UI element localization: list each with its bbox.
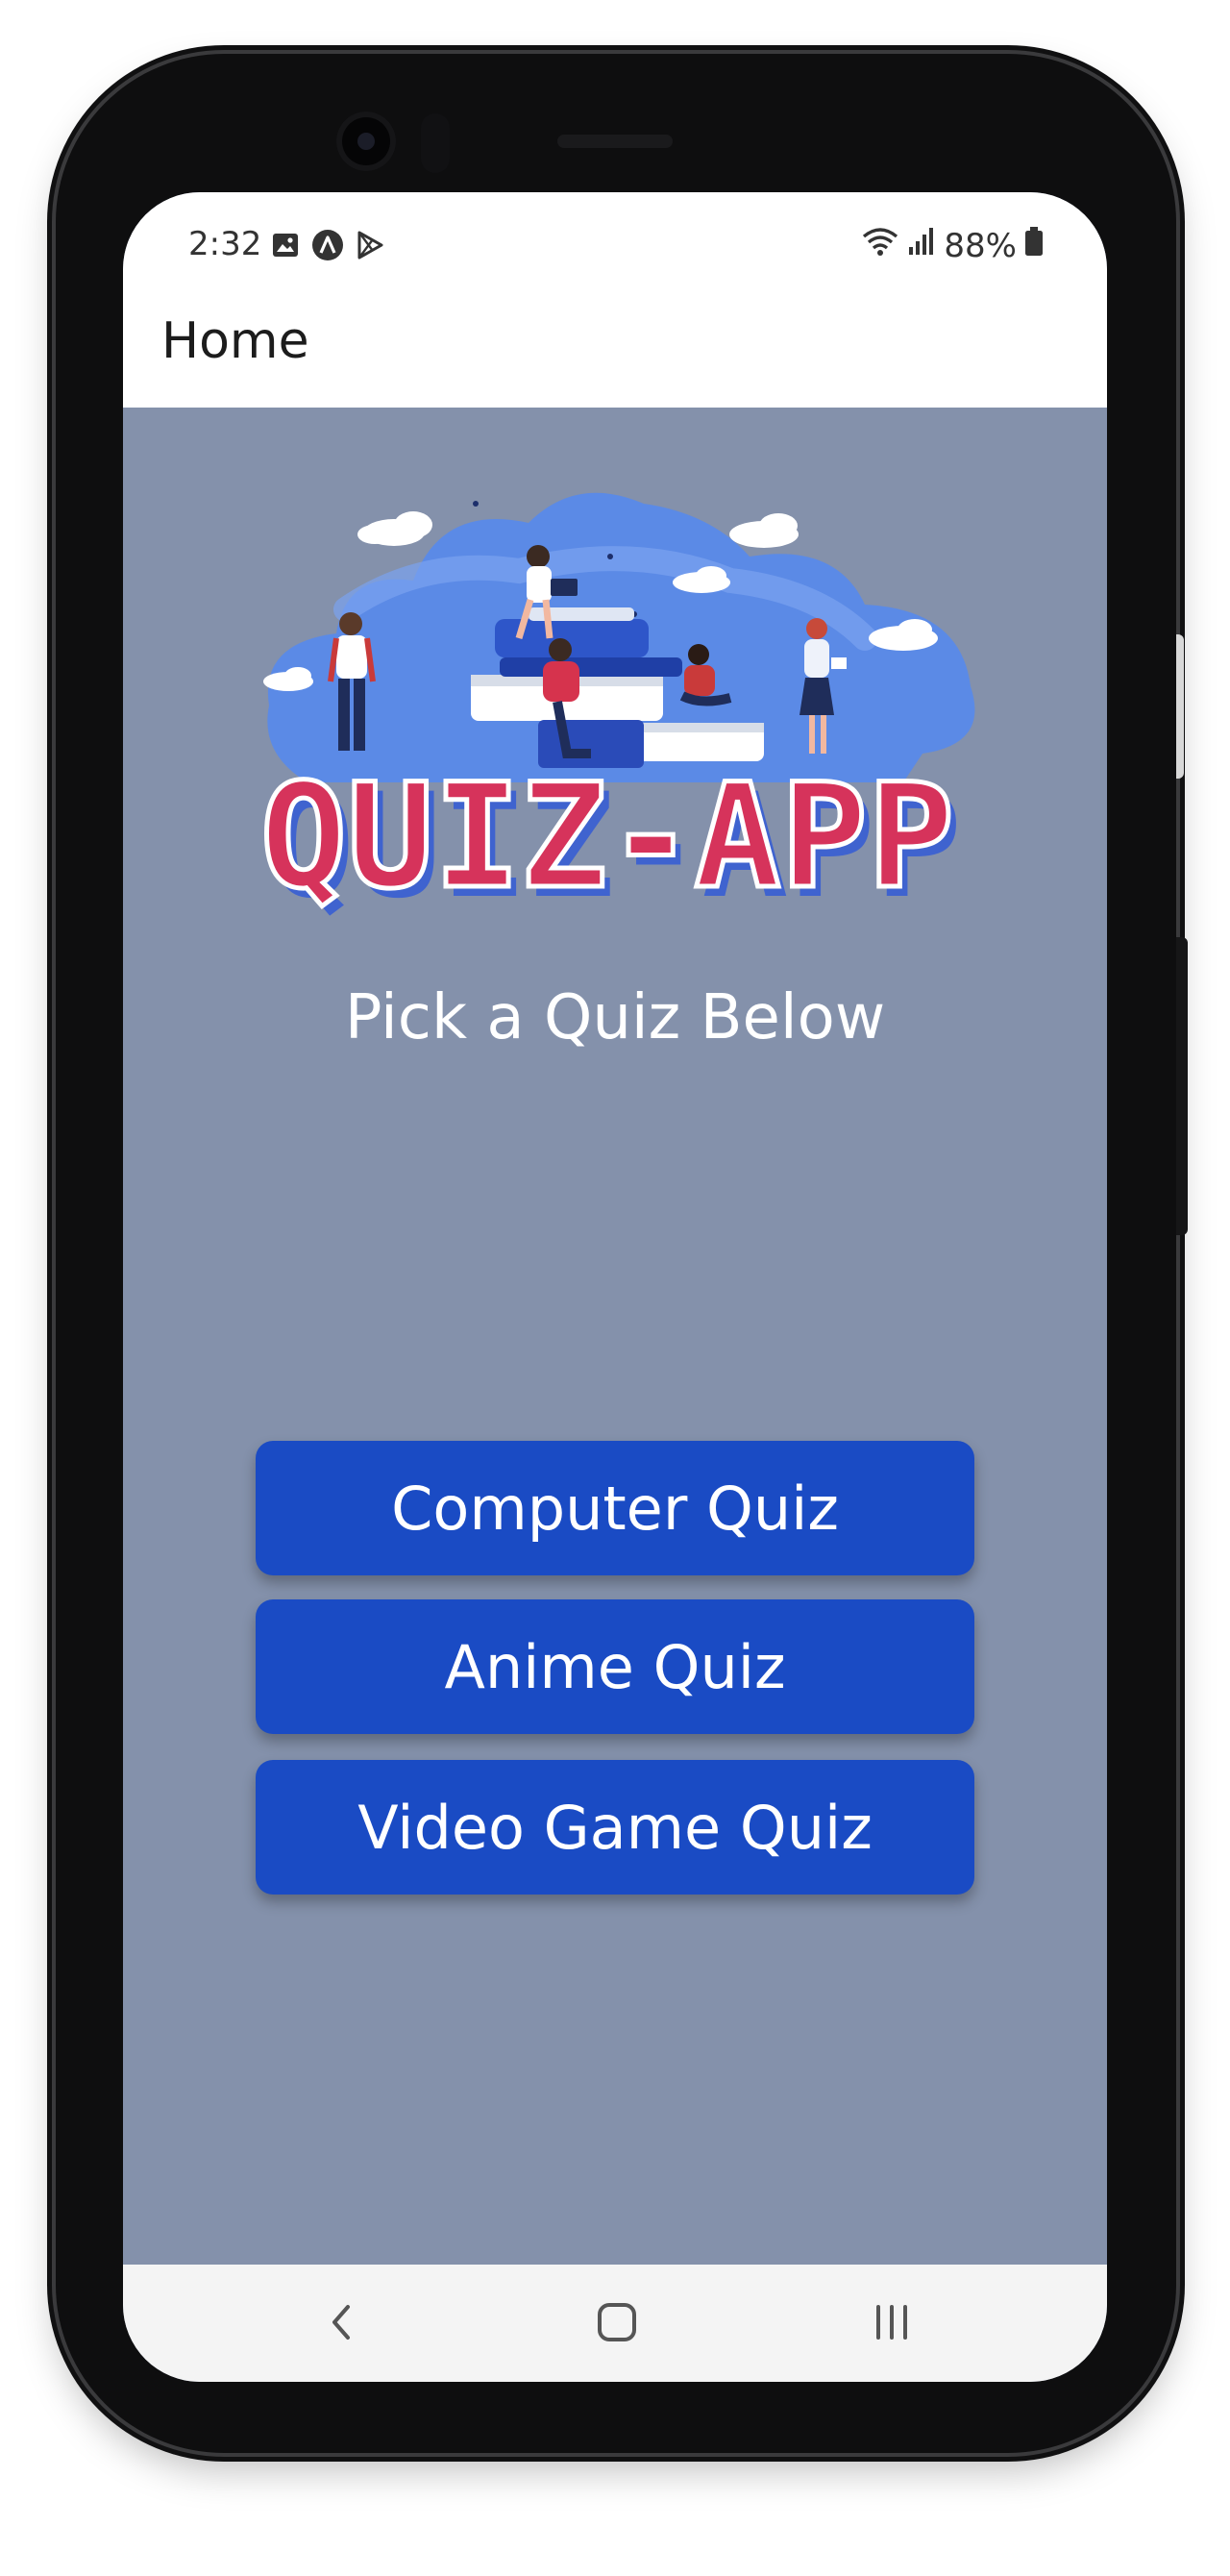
play-store-icon xyxy=(354,229,386,261)
proximity-sensor xyxy=(421,113,450,173)
power-button xyxy=(1176,937,1188,1235)
battery-icon xyxy=(1024,226,1044,265)
back-icon[interactable] xyxy=(313,2293,371,2351)
notification-icons xyxy=(269,229,386,261)
quiz-app-logo: QUIZ-APP QUIZ-APP xyxy=(258,492,975,927)
computer-quiz-button[interactable]: Computer Quiz xyxy=(256,1441,974,1575)
volume-button xyxy=(1176,634,1184,779)
system-status: 88% xyxy=(861,225,1044,266)
earpiece-speaker xyxy=(557,135,673,148)
signal-icon xyxy=(907,226,936,265)
recents-icon[interactable] xyxy=(863,2293,921,2351)
anime-quiz-button[interactable]: Anime Quiz xyxy=(256,1599,974,1734)
wifi-icon xyxy=(861,225,899,266)
image-icon xyxy=(269,229,302,261)
app-a-icon xyxy=(311,229,344,261)
battery-percent: 88% xyxy=(944,226,1017,265)
front-camera xyxy=(336,111,396,171)
status-time: 2:32 xyxy=(188,225,262,263)
system-nav-bar xyxy=(123,2265,1107,2382)
logo-text: QUIZ-APP xyxy=(260,754,954,921)
page-title: Home xyxy=(161,312,309,370)
main-content: QUIZ-APP QUIZ-APP Pick a Quiz Below Comp… xyxy=(123,408,1107,2265)
video-game-quiz-button[interactable]: Video Game Quiz xyxy=(256,1760,974,1895)
page-heading: Pick a Quiz Below xyxy=(344,982,886,1053)
device-screen: Home 2:32 88% QUIZ-APP QUIZ-APP Pick a Q… xyxy=(123,192,1107,2382)
home-icon[interactable] xyxy=(588,2293,646,2351)
status-bar: 2:32 88% xyxy=(123,192,1107,306)
